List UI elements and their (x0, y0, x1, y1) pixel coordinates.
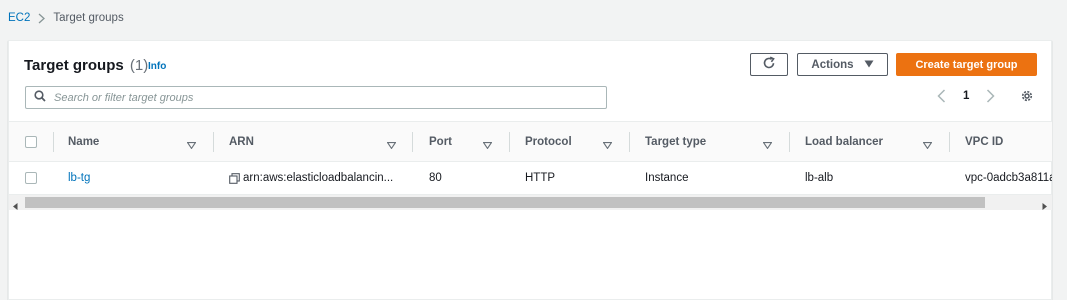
refresh-button[interactable] (750, 53, 788, 76)
breadcrumb-current: Target groups (53, 12, 124, 24)
current-page-number[interactable]: 1 (963, 90, 969, 102)
actions-dropdown-button[interactable]: Actions (797, 53, 888, 76)
breadcrumb-ec2-link[interactable]: EC2 (8, 12, 30, 24)
protocol-cell: HTTP (525, 172, 556, 184)
sort-caret-icon[interactable] (922, 138, 933, 152)
breadcrumb: EC2 Target groups (8, 10, 124, 26)
scroll-right-arrow-icon[interactable] (1042, 199, 1047, 213)
chevron-right-icon (986, 89, 995, 103)
column-divider (53, 132, 54, 152)
search-box (25, 86, 607, 109)
arn-text: arn:aws:elasticloadbalancin... (243, 172, 394, 184)
table-header: Name ARN Port Protocol Target type Load … (9, 121, 1052, 162)
scroll-left-arrow-icon[interactable] (13, 199, 18, 213)
sort-caret-icon[interactable] (186, 138, 197, 152)
page-title-text: Target groups (24, 57, 124, 74)
row-select-checkbox[interactable] (25, 172, 37, 184)
refresh-icon (762, 56, 776, 73)
vpc-id-cell: vpc-0adcb3a811a (965, 172, 1052, 184)
caret-down-icon (864, 59, 874, 71)
column-divider (509, 132, 510, 152)
create-target-group-button[interactable]: Create target group (896, 53, 1037, 76)
column-header-vpc-id[interactable]: VPC ID (965, 122, 1003, 161)
info-link[interactable]: Info (148, 61, 166, 72)
actions-label: Actions (811, 58, 854, 71)
column-divider (789, 132, 790, 152)
target-group-name-link[interactable]: lb-tg (68, 162, 90, 194)
port-cell: 80 (429, 172, 442, 184)
table-row[interactable]: lb-tg arn:aws:elasticloadbalancin... 80 … (9, 162, 1052, 195)
select-all-checkbox[interactable] (25, 136, 37, 148)
load-balancer-cell: lb-alb (805, 172, 834, 184)
search-input[interactable] (52, 90, 606, 105)
column-header-protocol[interactable]: Protocol (525, 122, 572, 161)
chevron-left-icon (937, 89, 946, 103)
column-header-arn[interactable]: ARN (229, 122, 254, 161)
arn-cell: arn:aws:elasticloadbalancin... (229, 162, 393, 194)
gear-icon (1021, 90, 1033, 102)
target-group-count: (1) (129, 57, 149, 74)
previous-page-button[interactable] (937, 89, 946, 103)
target-type-cell: Instance (645, 172, 689, 184)
sort-caret-icon[interactable] (762, 138, 773, 152)
sort-caret-icon[interactable] (482, 138, 493, 152)
next-page-button[interactable] (986, 89, 995, 103)
sort-caret-icon[interactable] (386, 138, 397, 152)
column-header-target-type[interactable]: Target type (645, 122, 706, 161)
column-header-name[interactable]: Name (68, 122, 99, 161)
table-preferences-button[interactable] (1020, 89, 1034, 103)
column-divider (629, 132, 630, 152)
target-groups-panel: Target groups (1) Info Actions Create ta… (8, 40, 1052, 300)
horizontal-scrollbar[interactable] (9, 195, 1052, 210)
scrollbar-thumb[interactable] (25, 197, 985, 208)
column-header-load-balancer[interactable]: Load balancer (805, 122, 883, 161)
page-title: Target groups (1) (24, 57, 148, 74)
chevron-right-icon (38, 13, 46, 24)
column-divider (412, 132, 413, 152)
search-icon (34, 90, 46, 105)
copy-icon[interactable] (229, 172, 240, 184)
column-divider (213, 132, 214, 152)
sort-caret-icon[interactable] (602, 138, 613, 152)
column-divider (949, 132, 950, 152)
column-header-port[interactable]: Port (429, 122, 452, 161)
